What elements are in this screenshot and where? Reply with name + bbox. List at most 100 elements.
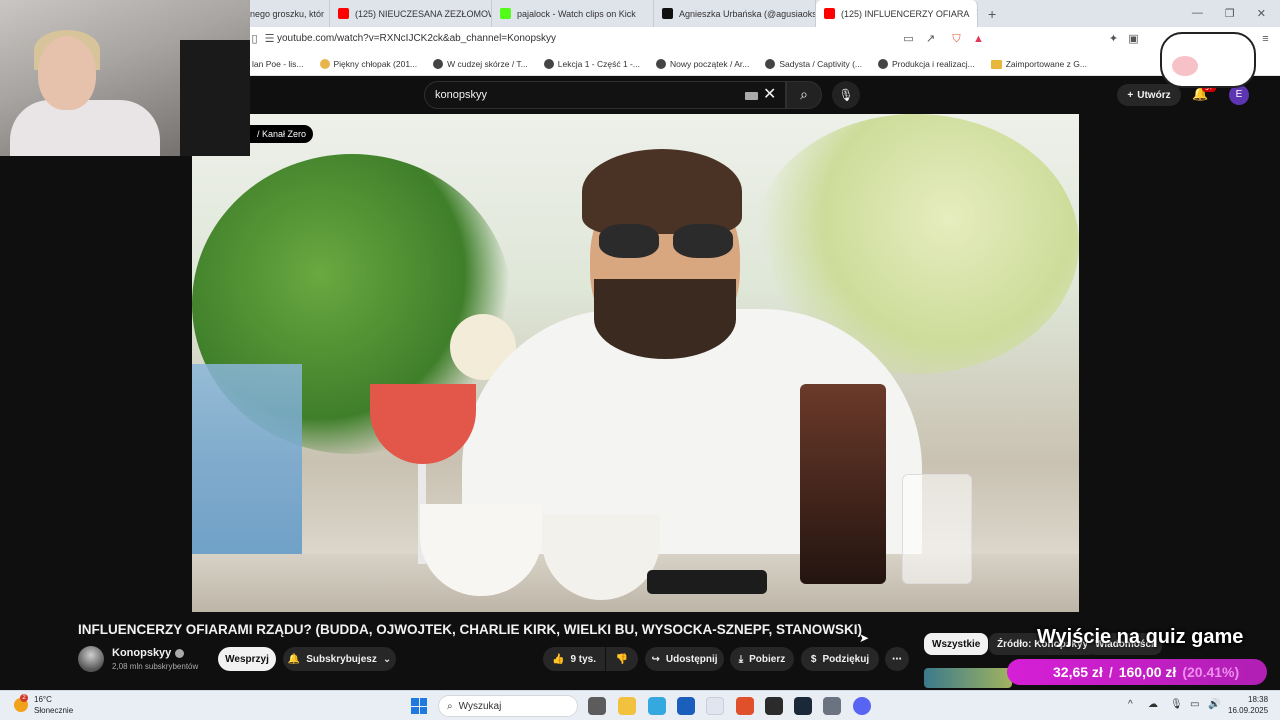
- youtube-favicon-icon: [824, 8, 835, 19]
- store-icon[interactable]: [677, 697, 695, 715]
- cat-sticker-overlay: [1160, 32, 1256, 88]
- bookmark-item[interactable]: Lekcja 1 - Część 1 -...: [543, 59, 640, 69]
- brave-browser-icon[interactable]: [736, 697, 754, 715]
- bookmark-label: lan Poe - lis...: [252, 59, 304, 69]
- url-input[interactable]: youtube.com/watch?v=RXNcIJCK2ck&ab_chann…: [277, 33, 556, 44]
- bookmark-item[interactable]: Produkcja i realizacj...: [878, 59, 975, 69]
- more-dots-icon: ⋯: [892, 653, 902, 665]
- chip-all[interactable]: Wszystkie: [924, 633, 989, 655]
- bookmark-item[interactable]: Nowy początek / Ar...: [655, 59, 749, 69]
- copilot-icon[interactable]: [648, 697, 666, 715]
- donation-separator: /: [1108, 664, 1113, 680]
- donation-current: 32,65 zł: [1053, 664, 1103, 680]
- cat-cheek: [1172, 56, 1198, 76]
- sidebar-icon[interactable]: ▣: [1127, 33, 1140, 46]
- video-frame-cola-glass: [800, 384, 886, 584]
- browser-tab-active[interactable]: (125) INFLUENCERZY OFIARA ✕: [816, 0, 978, 27]
- video-frame-phone: [647, 570, 767, 594]
- recommended-video-thumbnail[interactable]: [924, 668, 1012, 688]
- subscribed-button[interactable]: 🔔 Subskrybujesz ⌄: [283, 647, 396, 671]
- mouse-cursor-icon: ➤: [859, 631, 870, 645]
- cast-icon[interactable]: ▭: [902, 33, 915, 46]
- discord-icon[interactable]: [853, 697, 871, 715]
- obs-icon[interactable]: [765, 697, 783, 715]
- bookmark-item[interactable]: lan Poe - lis...: [252, 59, 304, 69]
- browser-tab[interactable]: Agnieszka Urbańska (@agusiaoks) | T: [654, 0, 816, 27]
- like-button[interactable]: 👍 9 tys.: [543, 647, 605, 671]
- microphone-tray-icon[interactable]: 🎙: [1170, 699, 1183, 710]
- download-icon: ⤓: [738, 653, 744, 665]
- new-tab-button[interactable]: +: [978, 6, 1006, 22]
- bookmark-item[interactable]: Piękny chłopak (201...: [319, 59, 418, 69]
- windows-start-icon[interactable]: [411, 698, 427, 714]
- onedrive-cloud-icon[interactable]: ☁: [1148, 699, 1158, 710]
- browser-tab[interactable]: pajalock - Watch clips on Kick: [492, 0, 654, 27]
- create-label: Utwórz: [1137, 89, 1171, 101]
- share-arrow-icon: ↪: [651, 653, 660, 665]
- browser-tab[interactable]: (125) NIEUCZESANA ZEZŁOMOWAN: [330, 0, 492, 27]
- support-label: Wesprzyj: [225, 653, 269, 665]
- bookmark-label: Zaimportowane z G...: [1005, 59, 1087, 69]
- channel-name[interactable]: Konopskyy: [112, 647, 185, 659]
- thanks-label: Podziękuj: [822, 653, 870, 665]
- chevron-down-icon: ⌄: [382, 653, 392, 665]
- steam-icon[interactable]: [794, 697, 812, 715]
- temperature: 16°C: [34, 695, 52, 704]
- download-button[interactable]: ⤓ Pobierz: [730, 647, 794, 671]
- dislike-button[interactable]: 👎: [606, 647, 638, 671]
- like-count: 9 tys.: [570, 653, 597, 665]
- chip-label: Wszystkie: [932, 638, 981, 650]
- network-icon[interactable]: ▭: [1190, 699, 1199, 710]
- channel-avatar[interactable]: [78, 646, 104, 672]
- video-player[interactable]: [192, 114, 1079, 612]
- windows-taskbar: 2 16°C Słonecznie ⌕ Wyszukaj ^ ☁ 🎙 ▭ 🔊 1…: [0, 690, 1280, 720]
- search-box[interactable]: konopskyy ✕: [424, 81, 786, 109]
- subscriber-count: 2,08 mln subskrybentów: [112, 662, 199, 671]
- close-window-icon[interactable]: ✕: [1257, 7, 1266, 20]
- more-actions-button[interactable]: ⋯: [885, 647, 909, 671]
- minimize-icon[interactable]: —: [1192, 7, 1203, 20]
- bookmark-item[interactable]: W cudzej skórze / T...: [433, 59, 528, 69]
- account-avatar[interactable]: E: [1229, 85, 1249, 105]
- bookmark-item[interactable]: Sadysta / Captivity (...: [765, 59, 862, 69]
- thumbs-down-icon: 👎: [615, 653, 629, 665]
- clear-search-icon[interactable]: ✕: [763, 86, 776, 104]
- tiktok-favicon-icon: [662, 8, 673, 19]
- webcam-person-body: [10, 100, 160, 156]
- bookmark-folder[interactable]: Zaimportowane z G...: [990, 59, 1087, 69]
- webcam-background-panel: [180, 40, 250, 156]
- task-view-icon[interactable]: [588, 697, 606, 715]
- tray-chevron-up-icon[interactable]: ^: [1128, 699, 1133, 710]
- search-button[interactable]: ⌕: [786, 81, 822, 109]
- voice-search-button[interactable]: 🎙: [832, 81, 860, 109]
- thanks-button[interactable]: $ Podziękuj: [801, 647, 879, 671]
- clock-date: 16.09.2025: [1228, 706, 1269, 715]
- tab-title: (125) NIEUCZESANA ZEZŁOMOWAN: [355, 8, 491, 19]
- support-button[interactable]: Wesprzyj: [218, 647, 276, 671]
- extensions-icon[interactable]: ✦: [1107, 33, 1120, 46]
- file-explorer-icon[interactable]: [618, 697, 636, 715]
- bookmark-label: Sadysta / Captivity (...: [779, 59, 863, 69]
- plus-icon: +: [1127, 89, 1134, 101]
- menu-icon[interactable]: ≡: [1259, 33, 1272, 46]
- create-button[interactable]: + Utwórz: [1117, 84, 1181, 106]
- settings-gear-icon[interactable]: [823, 697, 841, 715]
- weather-condition: Słonecznie: [34, 706, 74, 715]
- tab-title: (125) INFLUENCERZY OFIARA: [841, 8, 970, 19]
- verified-icon: [175, 648, 185, 658]
- taskbar-clock[interactable]: 18:38 16.09.2025: [1228, 694, 1268, 716]
- brave-rewards-icon[interactable]: ▲: [972, 33, 985, 46]
- volume-icon[interactable]: 🔊: [1208, 699, 1220, 710]
- taskbar-search[interactable]: ⌕ Wyszukaj: [438, 695, 578, 717]
- share-button[interactable]: ↪ Udostępnij: [645, 647, 724, 671]
- bookmark-label: Piękny chłopak (201...: [333, 59, 418, 69]
- keyboard-icon[interactable]: [745, 92, 758, 100]
- share-icon[interactable]: ↗: [924, 33, 937, 46]
- brave-shield-icon[interactable]: ⛉: [950, 33, 963, 46]
- maximize-icon[interactable]: ❐: [1225, 7, 1235, 20]
- bookmark-label: W cudzej skórze / T...: [447, 59, 528, 69]
- screen: nego groszku, któr (125) NIEUCZESANA ZEZ…: [0, 0, 1280, 720]
- site-info-icon[interactable]: ☰: [263, 33, 276, 46]
- search-input[interactable]: konopskyy: [435, 89, 487, 101]
- notepad-icon[interactable]: [706, 697, 724, 715]
